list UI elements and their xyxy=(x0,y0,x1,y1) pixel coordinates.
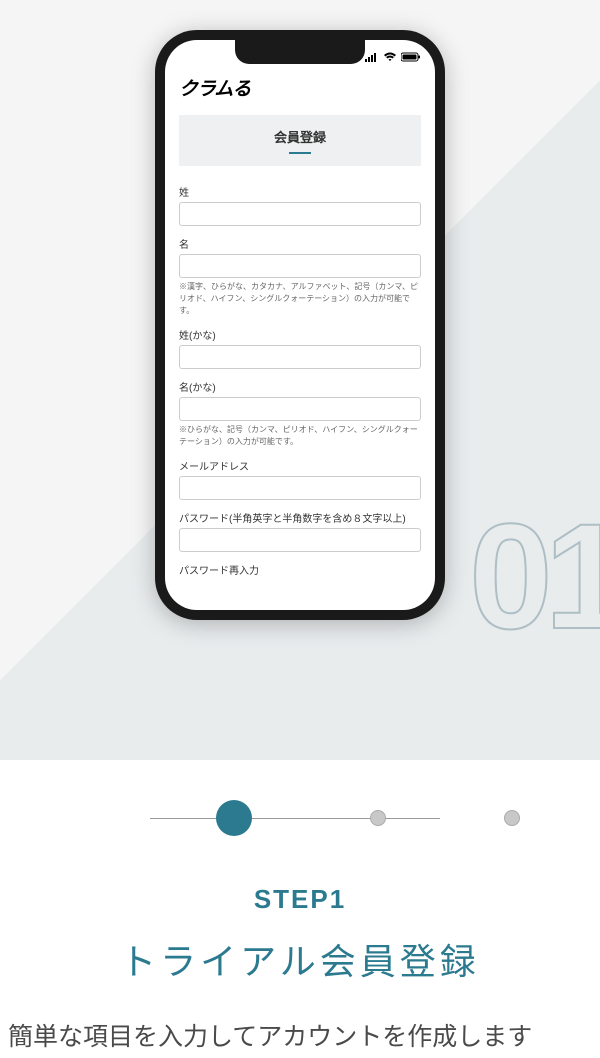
title-underline xyxy=(289,152,311,154)
step-number-large: 01 xyxy=(469,490,600,663)
kana-hint: ※ひらがな、記号（カンマ、ピリオド、ハイフン、シングルクォーテーション）の入力が… xyxy=(179,424,421,448)
password-confirm-label: パスワード再入力 xyxy=(179,562,421,577)
app-content: クラムる 会員登録 姓 名 ※漢字、ひらがな、カタカナ、アルファベット、記号（カ… xyxy=(165,68,435,610)
bottom-section: STEP1 トライアル会員登録 簡単な項目を入力してアカウントを作成します xyxy=(0,760,600,1057)
battery-icon xyxy=(401,52,421,62)
phone-mockup: クラムる 会員登録 姓 名 ※漢字、ひらがな、カタカナ、アルファベット、記号（カ… xyxy=(155,30,445,620)
password-input[interactable] xyxy=(179,528,421,552)
step-title: トライアル会員登録 xyxy=(0,933,600,985)
email-label: メールアドレス xyxy=(179,458,421,473)
last-name-kana-label: 姓(かな) xyxy=(179,327,421,342)
step-line xyxy=(150,818,440,819)
last-name-kana-input[interactable] xyxy=(179,345,421,369)
form-title: 会員登録 xyxy=(191,127,409,146)
name-hint: ※漢字、ひらがな、カタカナ、アルファベット、記号（カンマ、ピリオド、ハイフン、シ… xyxy=(179,281,421,317)
step-description: 簡単な項目を入力してアカウントを作成します xyxy=(0,1017,600,1057)
first-name-input[interactable] xyxy=(179,254,421,278)
step-dot-2 xyxy=(370,810,386,826)
phone-notch xyxy=(235,40,365,64)
form-header: 会員登録 xyxy=(179,115,421,166)
step-label: STEP1 xyxy=(0,884,600,915)
password-label: パスワード(半角英字と半角数字を含め８文字以上) xyxy=(179,510,421,525)
last-name-label: 姓 xyxy=(179,184,421,199)
first-name-kana-label: 名(かな) xyxy=(179,379,421,394)
signal-icon xyxy=(365,52,379,62)
step-dot-3 xyxy=(504,810,520,826)
first-name-label: 名 xyxy=(179,236,421,251)
last-name-input[interactable] xyxy=(179,202,421,226)
phone-frame: クラムる 会員登録 姓 名 ※漢字、ひらがな、カタカナ、アルファベット、記号（カ… xyxy=(155,30,445,620)
wifi-icon xyxy=(383,52,397,62)
first-name-kana-input[interactable] xyxy=(179,397,421,421)
app-logo: クラムる xyxy=(179,74,421,101)
email-input[interactable] xyxy=(179,476,421,500)
stepper xyxy=(0,800,600,836)
phone-screen: クラムる 会員登録 姓 名 ※漢字、ひらがな、カタカナ、アルファベット、記号（カ… xyxy=(165,40,435,610)
step-dot-1 xyxy=(216,800,252,836)
